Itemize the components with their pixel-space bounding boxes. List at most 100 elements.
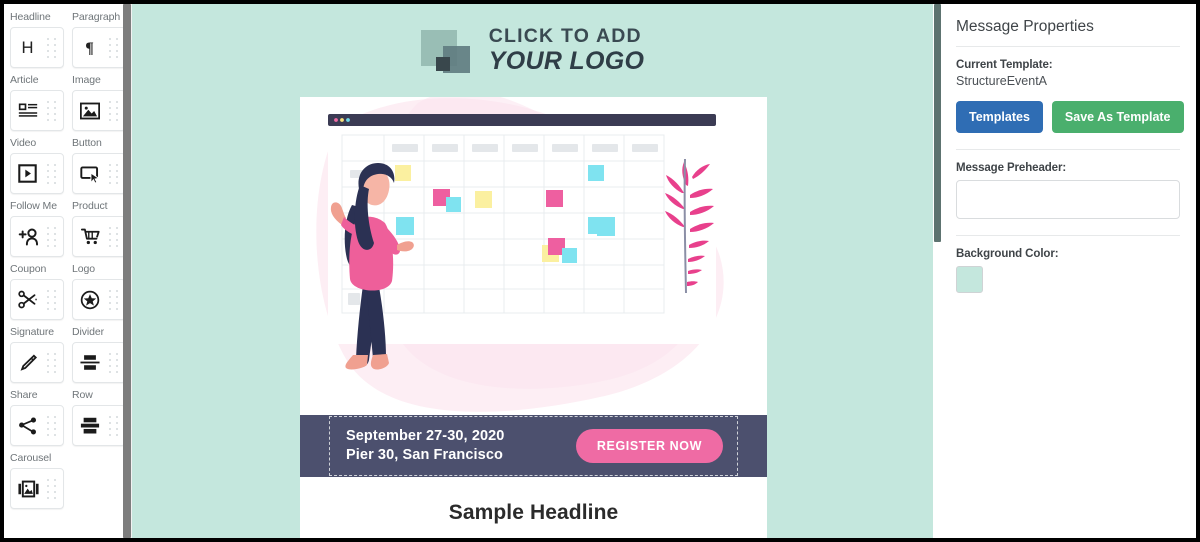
palette-block-follow-me[interactable]: Follow Me: [10, 199, 64, 257]
panel-title: Message Properties: [956, 18, 1094, 35]
image-icon: [80, 102, 100, 120]
message-preheader-input[interactable]: [956, 180, 1180, 219]
message-properties-panel: Message Properties Current Template: Str…: [942, 4, 1196, 538]
palette-block-label: Follow Me: [10, 200, 57, 212]
palette-block-product[interactable]: Product: [72, 199, 126, 257]
drag-handle-icon[interactable]: [107, 163, 120, 185]
logo-placeholder-block[interactable]: CLICK TO ADD YOUR LOGO: [132, 4, 933, 97]
video-icon: [18, 164, 37, 183]
palette-block-share[interactable]: Share: [10, 388, 64, 446]
drag-handle-icon[interactable]: [107, 226, 120, 248]
palette-block-button[interactable]: Button: [72, 136, 126, 194]
product-cart-icon: [80, 227, 101, 246]
drag-handle-icon[interactable]: [107, 37, 120, 59]
palette-tile-follow-me[interactable]: [10, 216, 64, 257]
sample-headline-text: Sample Headline: [448, 501, 619, 524]
headline-block[interactable]: Sample Headline: [300, 477, 767, 538]
save-as-template-button[interactable]: Save As Template: [1051, 101, 1184, 133]
event-location: Pier 30, San Francisco: [346, 447, 503, 463]
email-body-card[interactable]: September 27-30, 2020 Pier 30, San Franc…: [300, 97, 767, 538]
palette-block-label: Divider: [72, 326, 104, 338]
palette-row: Video Button: [10, 136, 126, 194]
palette-tile-coupon[interactable]: [10, 279, 64, 320]
logo-inner: CLICK TO ADD YOUR LOGO: [420, 26, 644, 75]
drag-handle-icon[interactable]: [45, 352, 58, 374]
logo-placeholder-icon: [420, 27, 475, 75]
share-icon: [18, 416, 38, 436]
palette-scrollbar-thumb[interactable]: [123, 4, 131, 538]
palette-tile-logo[interactable]: [72, 279, 126, 320]
palette-block-video[interactable]: Video: [10, 136, 64, 194]
palette-tile-article[interactable]: [10, 90, 64, 131]
palette-tile-product[interactable]: [72, 216, 126, 257]
palette-tile-divider[interactable]: [72, 342, 126, 383]
signature-pen-icon: [18, 353, 38, 373]
paragraph-icon: ¶: [80, 38, 99, 57]
palette-block-label: Row: [72, 389, 93, 401]
drag-handle-icon[interactable]: [45, 163, 58, 185]
drag-handle-icon[interactable]: [45, 100, 58, 122]
event-date-location: September 27-30, 2020 Pier 30, San Franc…: [346, 427, 504, 465]
palette-block-carousel[interactable]: Carousel: [10, 451, 64, 509]
event-date: September 27-30, 2020: [346, 428, 505, 444]
palette-block-image[interactable]: Image: [72, 73, 126, 131]
templates-button[interactable]: Templates: [956, 101, 1043, 133]
divider-icon: [80, 353, 100, 372]
drag-handle-icon[interactable]: [107, 415, 120, 437]
palette-tile-button[interactable]: [72, 153, 126, 194]
palette-block-signature[interactable]: Signature: [10, 325, 64, 383]
drag-handle-icon[interactable]: [107, 100, 120, 122]
palette-tile-headline[interactable]: H: [10, 27, 64, 68]
canvas-area: CLICK TO ADD YOUR LOGO September 27-30, …: [132, 4, 942, 538]
canvas-scrollbar-thumb[interactable]: [934, 4, 941, 242]
button-icon: [80, 165, 101, 183]
drag-handle-icon[interactable]: [107, 352, 120, 374]
email-canvas[interactable]: CLICK TO ADD YOUR LOGO September 27-30, …: [132, 4, 933, 538]
palette-tile-carousel[interactable]: [10, 468, 64, 509]
palette-block-label: Coupon: [10, 263, 47, 275]
palette-block-coupon[interactable]: Coupon: [10, 262, 64, 320]
woman-planning-calendar-illustration: [300, 97, 767, 415]
drag-handle-icon[interactable]: [45, 37, 58, 59]
palette-tile-image[interactable]: [72, 90, 126, 131]
palette-tile-share[interactable]: [10, 405, 64, 446]
block-palette-list: Headline H Paragraph ¶ Article Image Vid…: [4, 4, 126, 509]
palette-block-headline[interactable]: Headline H: [10, 10, 64, 68]
palette-block-article[interactable]: Article: [10, 73, 64, 131]
palette-tile-video[interactable]: [10, 153, 64, 194]
divider: [956, 235, 1180, 236]
drag-handle-icon[interactable]: [45, 289, 58, 311]
drag-handle-icon[interactable]: [107, 289, 120, 311]
palette-row: Headline H Paragraph ¶: [10, 10, 126, 68]
band-right-spacer: [739, 415, 767, 477]
palette-row: Signature Divider: [10, 325, 126, 383]
palette-tile-paragraph[interactable]: ¶: [72, 27, 126, 68]
palette-block-label: Logo: [72, 263, 95, 275]
palette-scrollbar-track[interactable]: [123, 4, 132, 538]
palette-block-label: Product: [72, 200, 108, 212]
palette-block-paragraph[interactable]: Paragraph ¶: [72, 10, 126, 68]
palette-block-logo[interactable]: Logo: [72, 262, 126, 320]
background-color-swatch[interactable]: [956, 266, 983, 293]
event-band-content[interactable]: September 27-30, 2020 Pier 30, San Franc…: [328, 415, 739, 477]
drag-handle-icon[interactable]: [45, 226, 58, 248]
hero-image-block[interactable]: [300, 97, 767, 415]
palette-tile-signature[interactable]: [10, 342, 64, 383]
palette-cell-empty: [72, 451, 126, 509]
palette-block-label: Paragraph: [72, 11, 121, 23]
palette-block-divider[interactable]: Divider: [72, 325, 126, 383]
divider: [956, 46, 1180, 47]
register-now-button[interactable]: REGISTER NOW: [575, 429, 723, 463]
headline-icon: H: [18, 38, 37, 57]
palette-row: Carousel: [10, 451, 126, 509]
palette-block-row[interactable]: Row: [72, 388, 126, 446]
coupon-scissors-icon: [18, 290, 39, 309]
palette-block-label: Article: [10, 74, 39, 86]
palette-block-label: Image: [72, 74, 101, 86]
event-details-block[interactable]: September 27-30, 2020 Pier 30, San Franc…: [300, 415, 767, 477]
palette-block-label: Video: [10, 137, 37, 149]
canvas-scrollbar-track[interactable]: [933, 4, 942, 538]
palette-tile-row[interactable]: [72, 405, 126, 446]
drag-handle-icon[interactable]: [45, 478, 58, 500]
drag-handle-icon[interactable]: [45, 415, 58, 437]
